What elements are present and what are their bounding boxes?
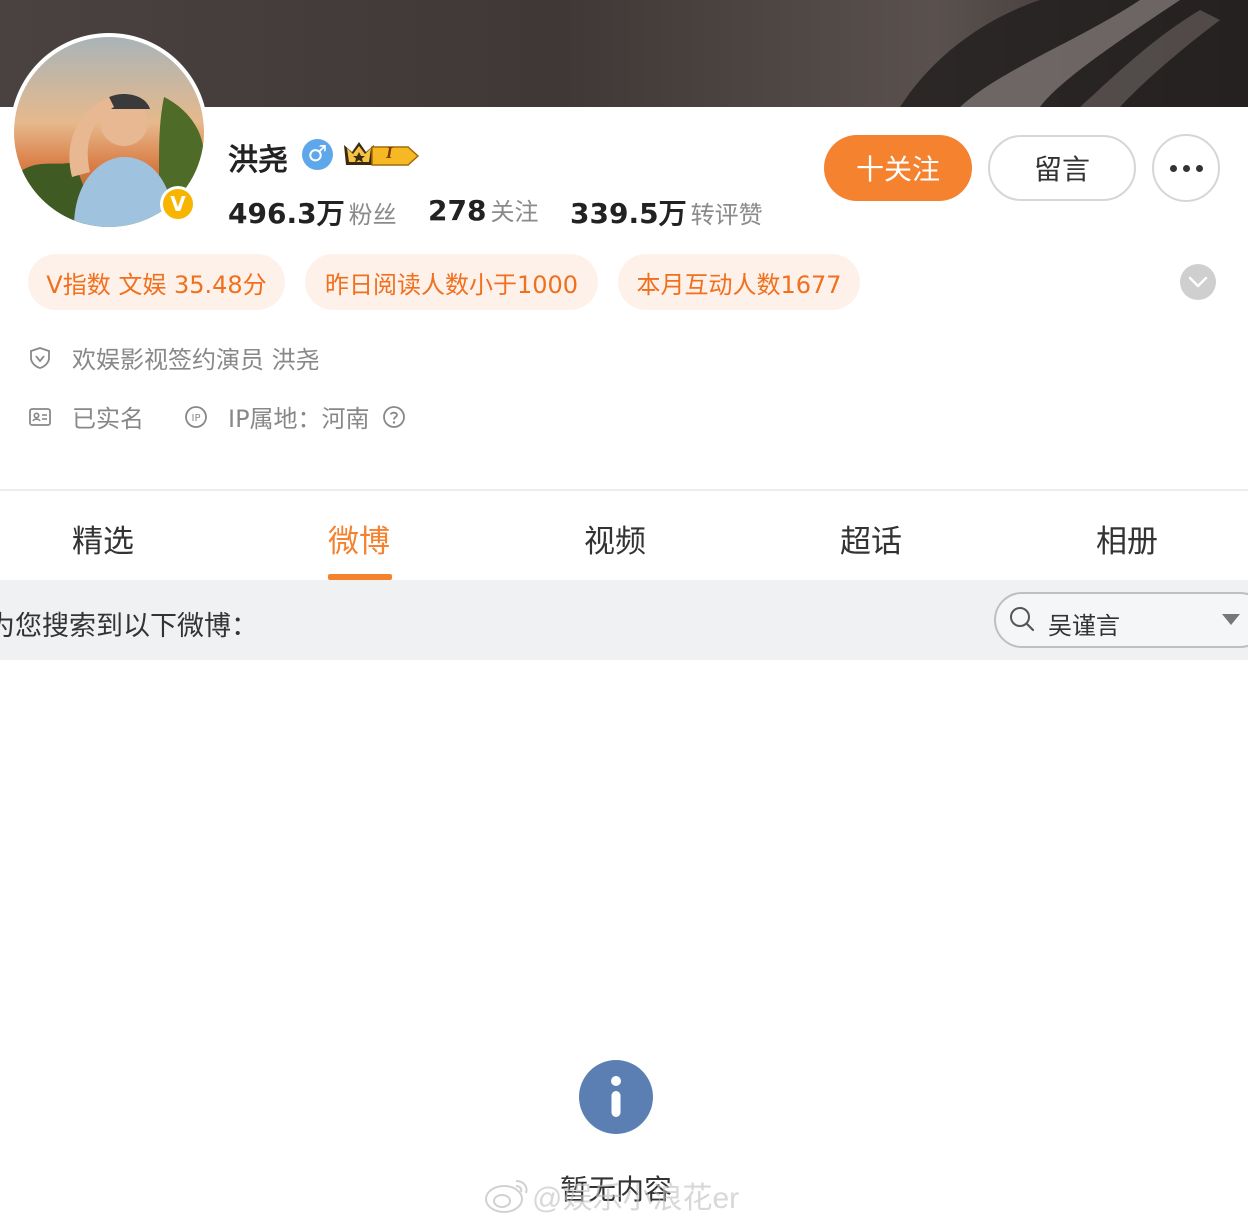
weibo-logo-icon [485, 1180, 528, 1213]
more-dot-icon [1169, 164, 1177, 172]
vip-level-label: I [386, 143, 393, 162]
monthly-interactions-chip[interactable]: 本月互动人数1677 [618, 254, 860, 310]
svg-text:IP: IP [192, 413, 201, 424]
fans-stat[interactable]: 496.3万 粉丝 [228, 192, 397, 232]
profile-name: 洪尧 [228, 143, 288, 178]
realname-text: 已实名 [72, 405, 144, 433]
ip-location-text: IP属地：河南 [228, 405, 370, 433]
yesterday-readers-chip[interactable]: 昨日阅读人数小于1000 [305, 254, 598, 310]
tab-weibo[interactable]: 微博 [328, 516, 390, 561]
info-icon [579, 1060, 653, 1134]
male-gender-icon: ♂ [302, 139, 333, 170]
tab-featured[interactable]: 精选 [72, 516, 134, 561]
chevron-down-icon[interactable] [1180, 264, 1216, 300]
search-icon [1008, 605, 1036, 637]
more-dot-icon [1195, 164, 1203, 172]
message-button[interactable]: 留言 [988, 135, 1136, 201]
tab-super-topic[interactable]: 超话 [840, 516, 902, 561]
caret-down-icon [1222, 614, 1240, 625]
section-divider [0, 489, 1248, 491]
watermark-text: @娱乐小浪花er [532, 1182, 740, 1215]
v-index-chip[interactable]: V指数 文娱 35.48分 [28, 254, 285, 310]
help-question-icon[interactable] [382, 405, 406, 429]
following-stat[interactable]: 278 关注 [428, 192, 538, 227]
following-count: 278 [428, 194, 487, 227]
more-options-button[interactable] [1152, 134, 1220, 202]
interactions-count: 339.5万 [570, 197, 687, 230]
realname-row: 已实名 IP IP属地：河南 [28, 399, 406, 434]
shield-verified-icon [28, 346, 52, 370]
id-card-icon [28, 405, 52, 429]
search-result-text: 为您搜索到以下微博： [0, 611, 258, 642]
more-dot-icon [1182, 164, 1190, 172]
following-label: 关注 [490, 198, 539, 226]
watermark: @娱乐小浪花er [484, 1173, 739, 1217]
verified-badge-icon: V [160, 186, 196, 222]
verification-text: 欢娱影视签约演员 洪尧 [72, 346, 320, 374]
verification-row: 欢娱影视签约演员 洪尧 [28, 340, 320, 375]
search-filter-value: 吴谨言 [1048, 612, 1120, 640]
ip-icon: IP [184, 405, 208, 429]
interactions-stat[interactable]: 339.5万 转评赞 [570, 192, 763, 232]
fans-label: 粉丝 [348, 201, 397, 229]
fans-count: 496.3万 [228, 197, 345, 230]
interactions-label: 转评赞 [690, 201, 763, 229]
vip-crown-icon[interactable]: I [342, 139, 420, 173]
tab-album[interactable]: 相册 [1096, 516, 1158, 561]
follow-button[interactable]: 十关注 [824, 135, 972, 201]
tab-video[interactable]: 视频 [584, 516, 646, 561]
